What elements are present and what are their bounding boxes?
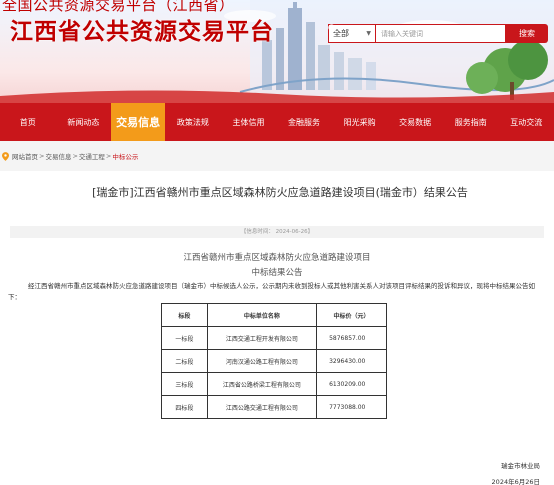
document-subheading: 中标结果公告: [251, 268, 303, 278]
breadcrumb-home[interactable]: 网站首页: [12, 151, 38, 161]
breadcrumb: 网站首页 > 交易信息 > 交通工程 > 中标公示: [0, 141, 554, 171]
cell-winner: 河南汉通公路工程有限公司: [206, 349, 318, 373]
header-banner: 全国公共资源交易平台（江西省） 江西省公共资源交易平台 全部 ▼ 请输入关键词 …: [0, 0, 554, 103]
nav-item-credit[interactable]: 主体信用: [221, 103, 277, 141]
search-button[interactable]: 搜索: [328, 24, 548, 43]
table-row: 一标段 江西交通工程开发有限公司 5876857.00: [161, 326, 387, 350]
nav-item-finance[interactable]: 金融服务: [276, 103, 332, 141]
publish-date: 【信息时间： 2024-06-26】: [10, 226, 544, 238]
cell-winner: 江西公路交通工程有限公司: [206, 395, 318, 419]
document-heading: 江西省赣州市重点区域森林防火应急道路建设项目: [183, 253, 371, 263]
column-header-price: 中标价（元）: [316, 303, 387, 327]
search-bar: 全部 ▼ 请输入关键词 搜索: [328, 24, 550, 43]
cell-price: 7773088.00: [316, 395, 387, 419]
cell-price: 5876857.00: [316, 326, 387, 350]
nav-item-trade-info[interactable]: 交易信息: [111, 103, 166, 141]
nav-item-home[interactable]: 首页: [0, 103, 56, 141]
cell-lot: 二标段: [161, 349, 208, 373]
cell-lot: 四标段: [161, 395, 208, 419]
table-row: 二标段 河南汉通公路工程有限公司 3296430.00: [161, 349, 387, 373]
nav-item-guide[interactable]: 服务指南: [443, 103, 499, 141]
nav-item-news[interactable]: 新闻动态: [56, 103, 112, 141]
cell-winner: 江西省公路桥梁工程有限公司: [206, 372, 318, 396]
site-title: 江西省公共资源交易平台: [10, 18, 274, 45]
issue-date: 2024年6月26日: [491, 478, 540, 485]
cell-lot: 一标段: [161, 326, 208, 350]
breadcrumb-separator: >: [39, 152, 45, 160]
nav-item-interaction[interactable]: 互动交流: [499, 103, 554, 141]
issuer-signature: 瑞金市林业局: [501, 462, 540, 470]
breadcrumb-current: 中标公示: [112, 153, 139, 161]
breadcrumb-separator: >: [105, 152, 112, 160]
announcement-intro: 经江西省赣州市重点区域森林防火应急道路建设项目（瑞金市）中标候选人公示，公示期内…: [8, 282, 535, 301]
cell-price: 3296430.00: [316, 349, 387, 373]
table-row: 四标段 江西公路交通工程有限公司 7773088.00: [161, 395, 387, 419]
article-title: [瑞金市]江西省赣州市重点区域森林防火应急道路建设项目(瑞金市）结果公告: [92, 186, 468, 199]
chevron-down-icon: ▼: [366, 30, 371, 37]
location-pin-icon: [2, 151, 9, 161]
cell-lot: 三标段: [161, 372, 208, 396]
breadcrumb-trade-info[interactable]: 交易信息: [45, 151, 71, 161]
table-row: 三标段 江西省公路桥梁工程有限公司 6130209.00: [161, 372, 387, 396]
column-header-lot: 标段: [161, 303, 208, 327]
table-header-row: 标段 中标单位名称 中标价（元）: [161, 303, 387, 327]
breadcrumb-traffic-engineering[interactable]: 交通工程: [79, 151, 105, 161]
nav-item-policy[interactable]: 政策法规: [165, 103, 221, 141]
breadcrumb-separator: >: [72, 152, 78, 160]
column-header-winner: 中标单位名称: [206, 303, 318, 327]
cell-price: 6130209.00: [316, 372, 387, 396]
search-icon: [328, 24, 337, 33]
search-input[interactable]: 请输入关键词: [376, 24, 506, 43]
cell-winner: 江西交通工程开发有限公司: [206, 326, 318, 350]
nav-item-procurement[interactable]: 阳光采购: [332, 103, 388, 141]
search-button-label: 搜索: [519, 29, 535, 38]
award-result-table: 标段 中标单位名称 中标价（元） 一标段 江西交通工程开发有限公司 587685…: [161, 303, 387, 419]
nav-item-trade-data[interactable]: 交易数据: [387, 103, 443, 141]
main-nav: 首页 新闻动态 交易信息 政策法规 主体信用 金融服务 阳光采购 交易数据 服务…: [0, 103, 554, 141]
